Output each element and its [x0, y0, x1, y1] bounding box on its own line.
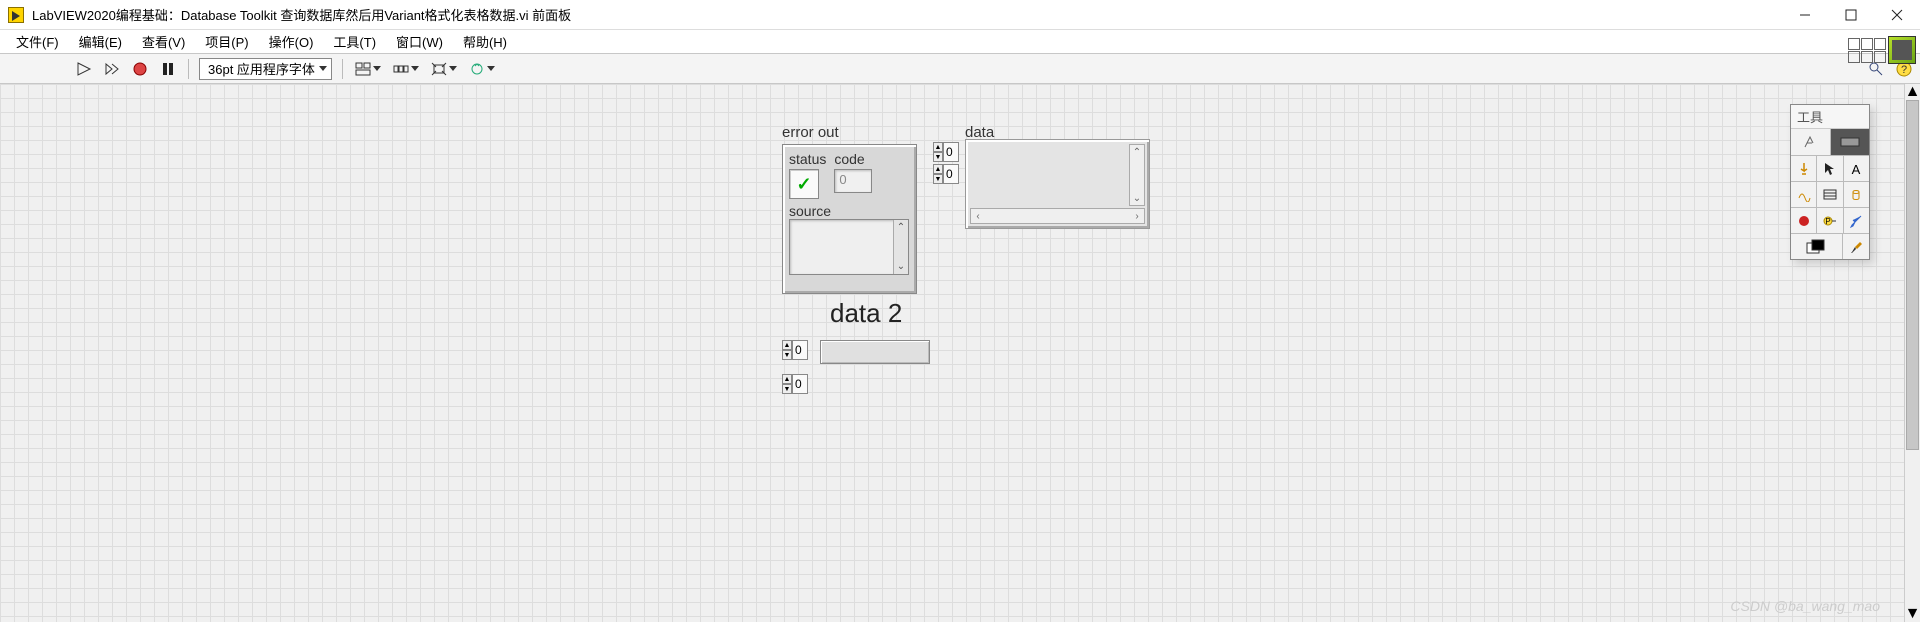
scroll-down-icon[interactable]: ⌄ — [894, 259, 908, 274]
data2-index-controls: ▲▼ 0 ▲▼ 0 — [782, 340, 808, 394]
data-hscroll[interactable]: ‹ › — [970, 208, 1145, 224]
menu-edit[interactable]: 编辑(E) — [69, 30, 132, 53]
data2-col-index[interactable]: ▲▼ 0 — [782, 374, 808, 394]
scroll-right-icon[interactable]: › — [1130, 209, 1144, 223]
menu-operate[interactable]: 操作(O) — [259, 30, 324, 53]
data-vscroll[interactable]: ⌃ ⌄ — [1129, 144, 1145, 206]
vi-icon[interactable] — [1888, 36, 1916, 64]
tool-paint[interactable] — [1843, 234, 1869, 259]
tools-title: 工具 — [1791, 105, 1869, 129]
tool-probe[interactable]: P — [1817, 208, 1843, 233]
close-button[interactable] — [1874, 0, 1920, 30]
down-arrow-icon[interactable]: ▼ — [782, 350, 792, 360]
check-icon: ✓ — [796, 174, 811, 195]
tool-text[interactable]: A — [1844, 156, 1869, 181]
source-textbox[interactable]: ⌃ ⌄ — [789, 219, 909, 275]
tool-selected[interactable] — [1831, 129, 1870, 155]
tool-color[interactable] — [1791, 234, 1843, 259]
data2-row-index[interactable]: ▲▼ 0 — [782, 340, 808, 360]
data-row-index[interactable]: ▲▼ 0 — [933, 142, 959, 162]
pause-button[interactable] — [158, 59, 178, 79]
pane-nav-icon[interactable] — [1848, 38, 1886, 63]
scroll-left-icon[interactable]: ‹ — [971, 209, 985, 223]
data-row-value[interactable]: 0 — [943, 142, 959, 162]
code-label: code — [834, 151, 872, 167]
up-arrow-icon[interactable]: ▲ — [933, 142, 943, 152]
menu-view[interactable]: 查看(V) — [132, 30, 195, 53]
tool-position[interactable] — [1817, 156, 1843, 181]
scroll-up-icon[interactable]: ⌃ — [894, 220, 908, 235]
status-label: status — [789, 151, 826, 167]
menu-file[interactable]: 文件(F) — [6, 30, 69, 53]
align-button[interactable] — [353, 60, 383, 78]
window-title: LabVIEW2020编程基础：Database Toolkit 查询数据库然后… — [32, 5, 1782, 24]
data2-row-value[interactable]: 0 — [792, 340, 808, 360]
up-arrow-icon[interactable]: ▲ — [933, 164, 943, 174]
scroll-down-icon[interactable]: ▼ — [1905, 606, 1920, 622]
error-out-label: error out — [782, 124, 839, 141]
abort-button[interactable] — [130, 59, 150, 79]
tools-palette[interactable]: 工具 A P — [1790, 104, 1870, 260]
resize-button[interactable] — [429, 60, 459, 78]
reorder-button[interactable] — [467, 60, 497, 78]
data-col-index[interactable]: ▲▼ 0 — [933, 164, 959, 184]
down-arrow-icon[interactable]: ▼ — [782, 384, 792, 394]
source-label: source — [789, 203, 910, 219]
canvas-vscroll[interactable]: ▲ ▼ — [1904, 84, 1920, 622]
minimize-button[interactable] — [1782, 0, 1828, 30]
run-continuous-button[interactable] — [102, 59, 122, 79]
tool-color-copy[interactable] — [1844, 208, 1869, 233]
maximize-button[interactable] — [1828, 0, 1874, 30]
tool-scroll[interactable] — [1844, 182, 1869, 207]
watermark: CSDN @ba_wang_mao — [1730, 598, 1880, 614]
tool-breakpoint[interactable] — [1791, 208, 1817, 233]
up-arrow-icon[interactable]: ▲ — [782, 374, 792, 384]
tool-wire[interactable] — [1791, 182, 1817, 207]
menu-project[interactable]: 项目(P) — [195, 30, 258, 53]
font-label: 36pt 应用程序字体 — [204, 59, 319, 78]
down-arrow-icon[interactable]: ▼ — [933, 174, 943, 184]
menu-window[interactable]: 窗口(W) — [386, 30, 453, 53]
data-array-indicator[interactable]: ⌃ ⌄ ‹ › — [965, 139, 1150, 229]
app-icon — [8, 7, 24, 23]
data2-col-value[interactable]: 0 — [792, 374, 808, 394]
code-value[interactable]: 0 — [834, 169, 872, 193]
error-out-cluster[interactable]: status ✓ code 0 source ⌃ ⌄ — [782, 144, 917, 294]
scroll-up-icon[interactable]: ⌃ — [1130, 145, 1144, 159]
run-button[interactable] — [74, 59, 94, 79]
scroll-up-icon[interactable]: ▲ — [1905, 84, 1920, 100]
scroll-down-icon[interactable]: ⌄ — [1130, 191, 1144, 205]
front-panel-canvas[interactable]: error out status ✓ code 0 source ⌃ ⌄ dat… — [0, 84, 1920, 622]
menu-help[interactable]: 帮助(H) — [453, 30, 517, 53]
tool-auto[interactable] — [1791, 129, 1831, 155]
svg-text:A: A — [1852, 162, 1861, 176]
data2-cell[interactable] — [820, 340, 930, 364]
font-select[interactable]: 36pt 应用程序字体 — [199, 58, 332, 80]
tool-object-shortcut[interactable] — [1817, 182, 1843, 207]
status-indicator: ✓ — [789, 169, 819, 199]
tool-operate[interactable] — [1791, 156, 1817, 181]
distribute-button[interactable] — [391, 60, 421, 78]
menu-tools[interactable]: 工具(T) — [323, 30, 386, 53]
data-col-value[interactable]: 0 — [943, 164, 959, 184]
up-arrow-icon[interactable]: ▲ — [782, 340, 792, 350]
down-arrow-icon[interactable]: ▼ — [933, 152, 943, 162]
source-scrollbar[interactable]: ⌃ ⌄ — [893, 220, 908, 274]
scroll-thumb[interactable] — [1906, 100, 1919, 450]
data-index-controls: ▲▼ 0 ▲▼ 0 — [933, 142, 959, 184]
svg-text:P: P — [1825, 217, 1830, 226]
data2-label: data 2 — [830, 298, 902, 329]
chevron-down-icon — [319, 66, 327, 71]
